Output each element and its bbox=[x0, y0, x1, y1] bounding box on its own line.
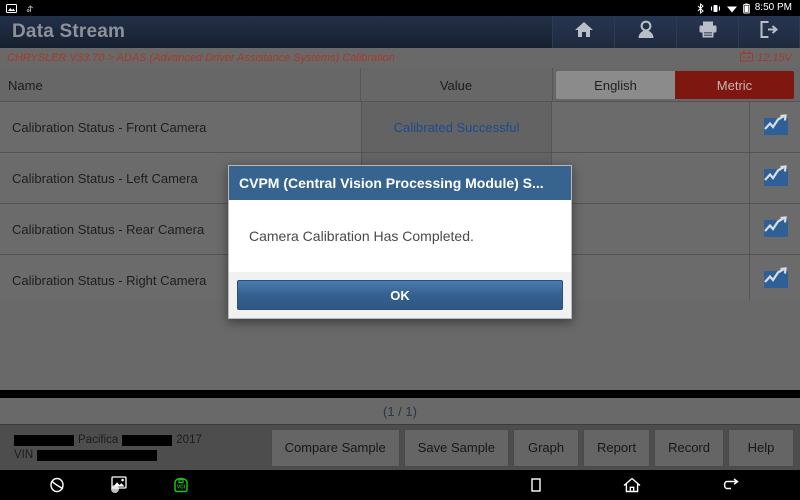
ok-button[interactable]: OK bbox=[237, 280, 563, 310]
dialog-title: CVPM (Central Vision Processing Module) … bbox=[229, 166, 571, 200]
data-stream-screen: 8:50 PM Data Stream CHRYSLER V33.70 > AD… bbox=[0, 0, 800, 500]
calibration-complete-dialog: CVPM (Central Vision Processing Module) … bbox=[228, 165, 572, 319]
dialog-footer: OK bbox=[229, 272, 571, 318]
dialog-message: Camera Calibration Has Completed. bbox=[229, 200, 571, 272]
